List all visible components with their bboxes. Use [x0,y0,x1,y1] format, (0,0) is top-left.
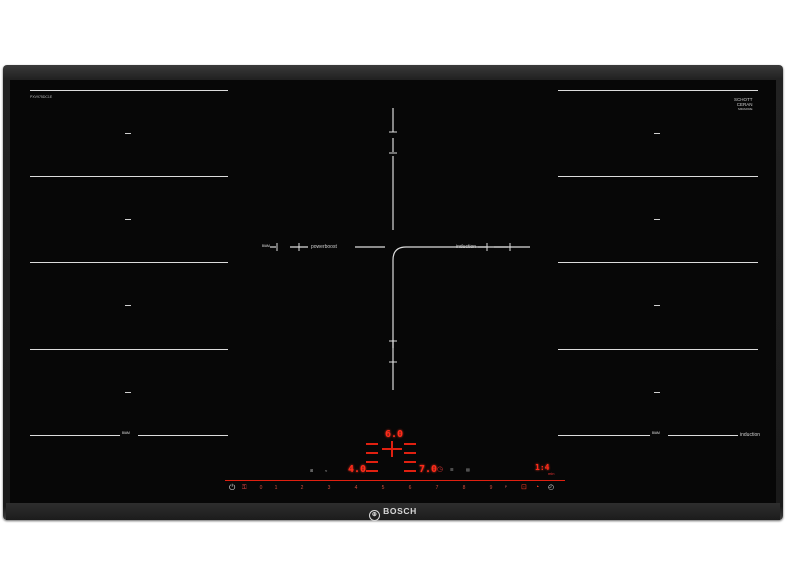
schott-ceran-logo: SCHOTT CERAN MIRAFIRE [734,97,753,112]
center-flex-label: ᴮᴵᴬᴹ [262,244,270,250]
right-zone-divider-1 [558,176,758,177]
scale-key-5[interactable]: 5 [378,485,388,491]
left-bar-2 [366,452,378,454]
scale-key-0[interactable]: 0 [256,485,266,491]
left-zone-bottom-line-a [30,435,120,436]
keep-warm-icon[interactable]: ≈ [325,468,327,473]
stopwatch-icon[interactable]: ◴ [548,484,554,492]
timer-clock-icon[interactable]: ◷ [437,466,443,474]
left-flex-label-bottom: ᴮᴵᴬᴹ [122,431,130,437]
right-bar-4 [404,470,416,472]
right-zone-4-marker [654,392,660,393]
brand-name: BOSCH [383,506,417,516]
powerboost-button-icon[interactable]: ᴾ [505,484,507,492]
top-power-display: 6.0 [385,429,404,440]
bosch-armature-icon: ⊕ [369,510,381,521]
timer-button-icon[interactable]: ◔ [535,484,539,492]
right-zone-bottom-line-a [558,435,650,436]
left-zone-2-marker [125,219,131,220]
right-bar-2 [404,452,416,454]
left-zone-divider-2 [30,262,228,263]
scale-key-7[interactable]: 7 [432,485,442,491]
center-power-display: 7.0 [419,464,438,475]
scale-key-6[interactable]: 6 [405,485,415,491]
right-bar-3 [404,461,416,463]
selector-cross-vertical [391,441,393,457]
scale-key-4[interactable]: 4 [351,485,361,491]
scale-key-1[interactable]: 1 [271,485,281,491]
left-zone-bottom-line-b [138,435,228,436]
scale-key-2[interactable]: 2 [297,485,307,491]
menu-icon[interactable]: ☰ [450,467,454,472]
frying-sensor-icon[interactable]: ▤ [466,467,470,472]
control-slider-track[interactable] [225,480,565,481]
right-induction-label-bottom: induction [740,432,761,438]
center-induction-label: induction [456,244,477,250]
left-bar-1 [366,443,378,445]
right-bar-1 [404,443,416,445]
powerboost-label: powerboost [311,244,337,250]
scale-key-9[interactable]: 9 [486,485,496,491]
model-code: PXV975DC1E [30,95,53,99]
brand-logo: ⊕ BOSCH [0,506,786,521]
left-bar-3 [366,461,378,463]
mirafire-text: MIRAFIRE [738,107,753,111]
scale-key-3[interactable]: 3 [324,485,334,491]
left-zone-3-marker [125,305,131,306]
right-zone-divider-3 [558,349,758,350]
schott-ceran-text: SCHOTT CERAN [734,97,753,107]
right-flex-label-bottom: ᴮᴵᴬᴹ [652,431,660,437]
left-zone-1-marker [125,133,131,134]
power-button-icon[interactable]: ⏻ [229,484,235,492]
right-zone-3-marker [654,305,660,306]
scale-key-8[interactable]: 8 [459,485,469,491]
right-zone-1-marker [654,133,660,134]
left-bar-4 [366,470,378,472]
right-zone-divider-2 [558,262,758,263]
child-lock-icon[interactable]: ⚿ [242,484,247,492]
pan-sensor-icon[interactable]: ⊞ [310,468,313,473]
left-zone-4-marker [125,392,131,393]
right-zone-bottom-line-b [668,435,738,436]
left-zone-top-line [30,90,228,91]
left-zone-divider-3 [30,349,228,350]
left-power-display: 4.0 [348,464,367,475]
left-zone-divider-1 [30,176,228,177]
timer-unit-icon: min [548,471,555,476]
right-zone-top-line [558,90,758,91]
right-zone-2-marker [654,219,660,220]
center-zone-cross-lines [270,108,530,390]
cooking-sensor-icon[interactable]: ⊡ [521,484,527,492]
